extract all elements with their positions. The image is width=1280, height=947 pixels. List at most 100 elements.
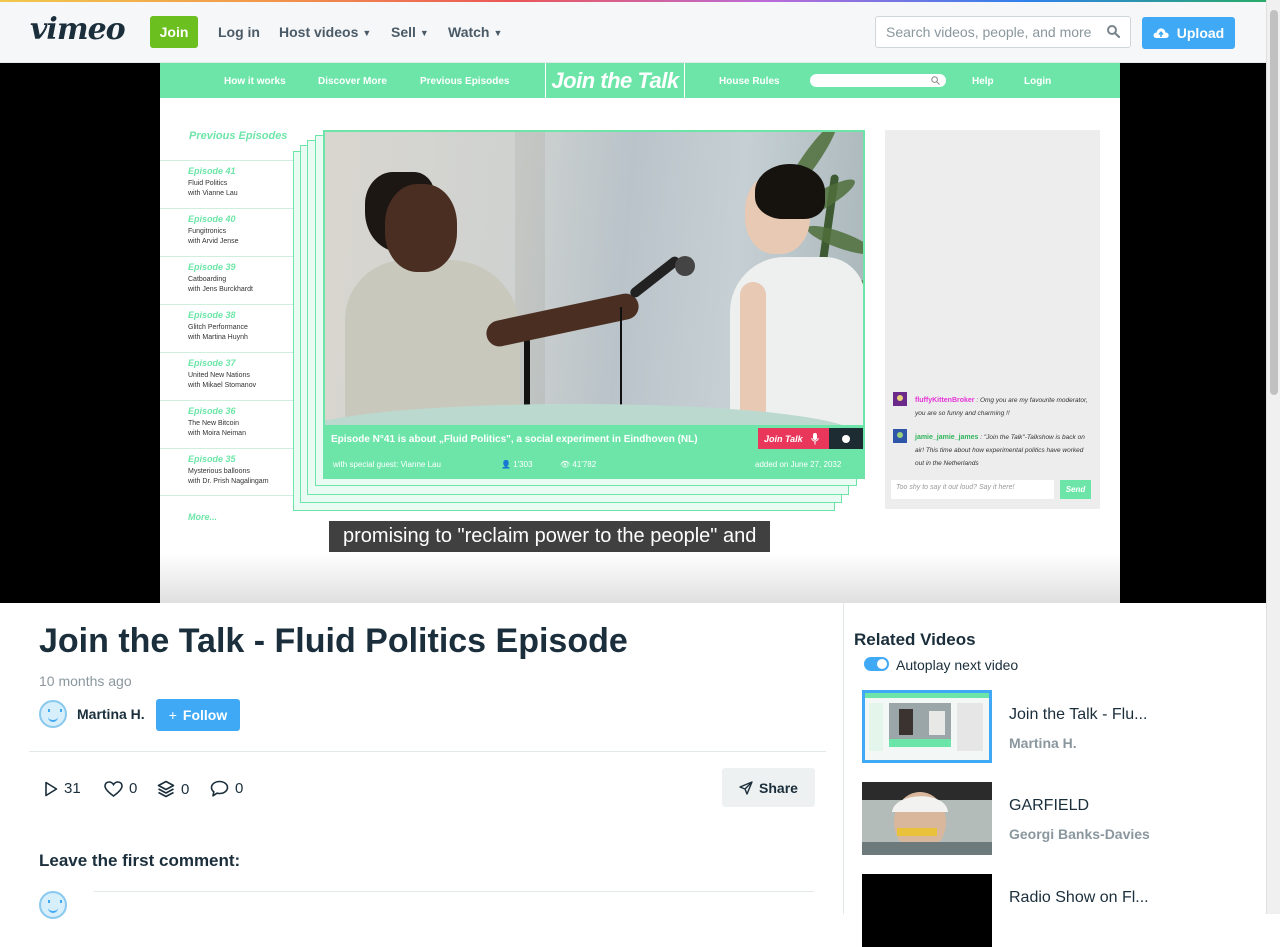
join-talk-button: Join Talk (758, 428, 829, 449)
episode-title: Episode 38 (188, 310, 236, 320)
show-player: Episode N°41 is about „Fluid Politics", … (323, 130, 865, 479)
people-count-value: 1'303 (513, 460, 533, 469)
interview-scene-image (325, 132, 863, 425)
chevron-down-icon: ▼ (493, 28, 503, 38)
search-box (875, 16, 1131, 48)
plant-leaf (804, 220, 863, 260)
show-nav-help: Help (972, 76, 994, 87)
related-title[interactable]: GARFIELD (1009, 797, 1089, 815)
special-guest-text: with special guest: Vianne Lau (333, 460, 441, 469)
chat-username: jamie_jamie_james (915, 434, 979, 441)
related-author[interactable]: Georgi Banks-Davies (1009, 826, 1150, 842)
comments-stat[interactable]: 0 (210, 780, 243, 797)
list-item: Episode 37 United New Nations with Mikael … (160, 352, 293, 400)
nav-host-videos-label: Host videos (279, 24, 359, 40)
related-thumbnail[interactable] (862, 874, 992, 947)
heart-icon (104, 780, 123, 797)
video-title: Join the Talk - Fluid Politics Episode (39, 622, 628, 660)
microphone (628, 254, 682, 300)
show-nav-login: Login (1024, 76, 1052, 87)
episode-topic: United New Nations (188, 372, 250, 379)
show-nav-how-it-works: How it works (224, 76, 286, 87)
list-item: Episode 38 Glitch Performance with Martina… (160, 304, 293, 352)
upload-time: 10 months ago (39, 673, 132, 689)
follow-label: Follow (182, 707, 228, 723)
microphone-icon (810, 432, 819, 444)
chat-panel: fluffyKittenBroker : Omg you are my favo… (885, 130, 1100, 509)
likes-stat[interactable]: 0 (104, 780, 137, 797)
show-site-nav: How it works Discover More Previous Epis… (160, 63, 1120, 98)
nav-watch-label: Watch (448, 24, 490, 40)
divider (29, 751, 826, 752)
episode-title: Episode 37 (188, 358, 236, 368)
scrollbar-thumb[interactable] (1270, 10, 1278, 395)
chat-username: fluffyKittenBroker (915, 397, 975, 404)
chat-send-button: Send (1060, 480, 1091, 499)
show-nav-previous-episodes: Previous Episodes (420, 76, 510, 87)
episode-guest: with Moira Neiman (188, 430, 246, 437)
thumbnail-image (862, 782, 992, 855)
join-talk-label: Join Talk (764, 433, 803, 444)
follow-button[interactable]: + Follow (156, 699, 240, 731)
episode-guest: with Dr. Prish Nagalingam (188, 478, 269, 485)
episode-topic: Fluid Politics (188, 180, 228, 187)
autoplay-toggle[interactable] (864, 657, 889, 671)
episode-guest: with Arvid Jense (188, 238, 239, 245)
search-input[interactable] (876, 17, 1096, 47)
video-subtitle: promising to "reclaim power to the peopl… (329, 521, 771, 552)
episode-title: Episode 36 (188, 406, 236, 416)
login-link[interactable]: Log in (218, 24, 260, 40)
episode-guest: with Martina Huynh (188, 334, 248, 341)
user-avatar-icon (893, 429, 907, 443)
record-button (829, 428, 863, 449)
upload-button[interactable]: Upload (1142, 17, 1235, 49)
share-button[interactable]: Share (722, 768, 815, 807)
thumbnail-image (865, 693, 989, 751)
related-title[interactable]: Radio Show on Fl... (1009, 889, 1149, 907)
list-item: Episode 35 Mysterious balloons with Dr. Pr… (160, 448, 293, 496)
video-frame[interactable]: How it works Discover More Previous Epis… (160, 63, 1120, 603)
page-scrollbar[interactable] (1266, 0, 1280, 914)
episode-topic: Fungitronics (188, 228, 227, 235)
related-heading: Related Videos (854, 630, 976, 649)
chevron-down-icon: ▼ (419, 28, 429, 38)
nav-host-videos[interactable]: Host videos ▼ (279, 24, 371, 40)
player-bottom-gradient (160, 553, 1120, 603)
added-on-date: added on June 27, 2032 (755, 460, 842, 469)
author-name[interactable]: Martina H. (77, 706, 145, 722)
plays-count: 31 (64, 780, 81, 797)
related-author[interactable]: Martina H. (1009, 735, 1077, 751)
related-title[interactable]: Join the Talk - Flu... (1009, 706, 1147, 724)
episode-topic: Mysterious balloons (188, 468, 250, 475)
show-search-field (810, 74, 946, 87)
episode-caption: Episode N°41 is about „Fluid Politics", … (331, 434, 698, 445)
guest-hair (755, 164, 825, 219)
nav-sell-label: Sell (391, 24, 416, 40)
related-thumbnail[interactable] (862, 782, 992, 855)
layers-icon (157, 780, 175, 798)
collections-stat[interactable]: 0 (157, 780, 189, 798)
join-button[interactable]: Join (150, 16, 198, 48)
interviewer-head (385, 184, 457, 272)
video-player[interactable]: How it works Discover More Previous Epis… (0, 63, 1266, 603)
episode-topic: Catboarding (188, 276, 227, 283)
search-icon[interactable] (1107, 25, 1120, 38)
nav-sell[interactable]: Sell ▼ (391, 24, 429, 40)
vimeo-logo[interactable]: vimeo (30, 12, 126, 47)
likes-count: 0 (129, 780, 138, 797)
microphone-head (675, 256, 695, 276)
views-count-value: 41'782 (572, 460, 597, 469)
list-item: Episode 39 Catboarding with Jens Burckhard… (160, 256, 293, 304)
user-avatar-icon (893, 392, 907, 406)
plus-icon: + (168, 707, 177, 723)
comment-input-line[interactable] (94, 891, 814, 892)
column-divider (843, 603, 844, 914)
related-thumbnail[interactable] (862, 690, 992, 763)
guest-arm (740, 282, 766, 425)
avatar[interactable] (39, 700, 67, 728)
episode-list: Episode 41 Fluid Politics with Vianne Lau … (160, 160, 293, 496)
record-dot-icon (842, 434, 850, 443)
avatar (39, 891, 67, 919)
nav-watch[interactable]: Watch ▼ (448, 24, 502, 40)
episode-title: Episode 40 (188, 214, 236, 224)
